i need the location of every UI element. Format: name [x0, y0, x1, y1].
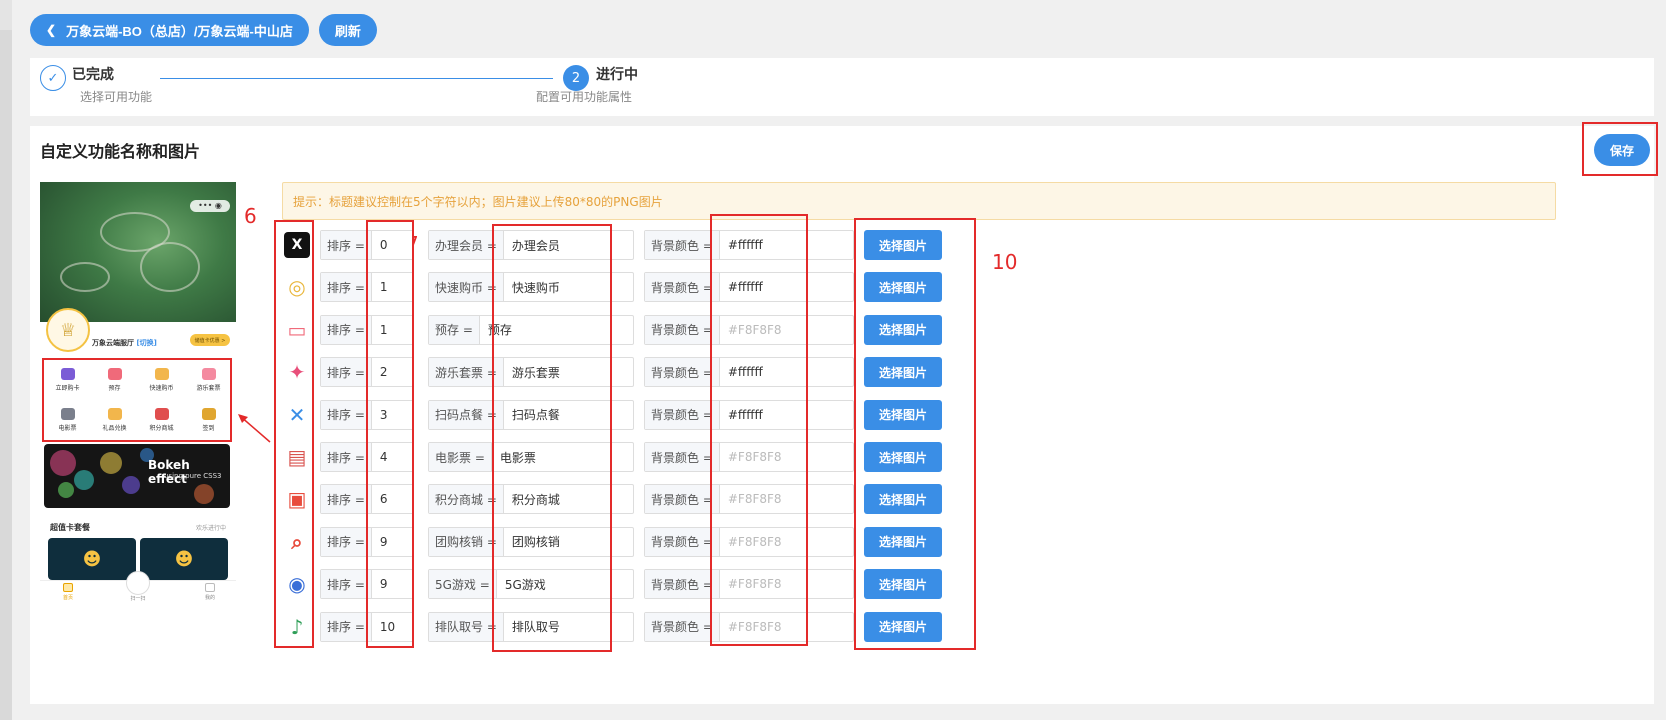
bg-color-label: 背景颜色 = [645, 612, 720, 641]
sort-label: 排序 = [321, 273, 372, 302]
store-logo: ♕ [46, 308, 90, 352]
annotation-6: 6 [244, 204, 257, 228]
deal-card[interactable]: ☻ [140, 538, 228, 580]
sort-label: 排序 = [321, 358, 372, 387]
sort-label: 排序 = [321, 527, 372, 556]
mini-capsule-icon: ••• ◉ [190, 200, 230, 212]
deals-title: 超值卡套餐 [50, 523, 90, 532]
bg-color-label: 背景颜色 = [645, 358, 720, 387]
step2-title: 进行中 [596, 67, 638, 83]
switch-store-link[interactable]: [切换] [136, 339, 156, 347]
tab-mine[interactable]: 我的 [180, 583, 236, 601]
deal-card[interactable]: ☻ [48, 538, 136, 580]
deals-more[interactable]: 欢乐进行中 [196, 523, 226, 532]
annotation-10: 10 [992, 250, 1018, 274]
annotation-box-pick [854, 218, 976, 650]
annotation-box-bg [710, 214, 808, 646]
step2-desc: 配置可用功能属性 [536, 90, 633, 104]
bg-color-label: 背景颜色 = [645, 400, 720, 429]
bg-color-label: 背景颜色 = [645, 443, 720, 471]
store-name-line: 万象云端服厅 [切换] [92, 338, 157, 348]
sort-label: 排序 = [321, 485, 372, 514]
sort-label: 排序 = [321, 570, 372, 599]
name-label: 电影票 = [429, 443, 492, 471]
step1-desc: 选择可用功能 [80, 90, 153, 104]
steps-bar: ✓ 已完成 选择可用功能 2 进行中 配置可用功能属性 [30, 58, 1654, 116]
sort-label: 排序 = [321, 612, 372, 641]
step-connector [160, 78, 553, 79]
tab-scan[interactable]: 扫一扫 [108, 595, 168, 602]
store-profile: ♕ 万象云端服厅 [切换] 储值卡优惠 > [40, 308, 236, 358]
home-icon [63, 583, 73, 592]
scan-button-icon[interactable] [126, 571, 150, 595]
config-panel: 自定义功能名称和图片 保存 ••• ◉ ♕ 万象云端服厅 [切换] 储值卡优惠 … [30, 122, 1658, 704]
card-offer-badge[interactable]: 储值卡优惠 > [190, 334, 230, 346]
sort-label: 排序 = [321, 400, 372, 429]
bg-color-label: 背景颜色 = [645, 485, 720, 514]
annotation-box-grid [42, 358, 232, 442]
sort-label: 排序 = [321, 443, 372, 471]
save-button[interactable]: 保存 [1594, 134, 1650, 166]
topbar: ❮ 万象云端-BO（总店）/万象云端-中山店 刷新 [30, 14, 377, 46]
tip-banner: 提示：标题建议控制在5个字符以内；图片建议上传80*80的PNG图片 [282, 182, 1556, 220]
gutter-track [0, 30, 12, 720]
step1-title: 已完成 [72, 67, 114, 83]
panel-title: 自定义功能名称和图片 [40, 142, 201, 161]
annotation-arrow [238, 414, 271, 443]
annotation-box-icons [274, 220, 314, 648]
store-name: 万象云端服厅 [92, 339, 134, 347]
bg-color-label: 背景颜色 = [645, 527, 720, 556]
name-label: 5G游戏 = [429, 570, 497, 599]
bg-color-label: 背景颜色 = [645, 273, 720, 302]
refresh-button[interactable]: 刷新 [318, 14, 377, 46]
back-store-label: 万象云端-BO（总店）/万象云端-中山店 [66, 23, 293, 39]
sort-label: 排序 = [321, 231, 372, 259]
tab-scan-label: 扫一扫 [130, 596, 146, 602]
tab-home-label: 首页 [62, 595, 73, 601]
sort-label: 排序 = [321, 315, 372, 344]
name-label: 预存 = [429, 315, 480, 344]
bg-color-label: 背景颜色 = [645, 231, 720, 259]
left-scroll-gutter [0, 0, 12, 720]
phone-tabbar: 首页 扫一扫 我的 [40, 571, 236, 608]
user-icon [205, 583, 215, 592]
tab-home[interactable]: 首页 [40, 583, 98, 601]
annotation-box-sort [366, 220, 414, 648]
bg-color-label: 背景颜色 = [645, 315, 720, 344]
back-store-button[interactable]: ❮ 万象云端-BO（总店）/万象云端-中山店 [30, 14, 309, 46]
check-icon: ✓ [40, 65, 66, 91]
annotation-box-name [492, 224, 612, 652]
tab-mine-label: 我的 [204, 595, 215, 601]
phone-preview: ••• ◉ ♕ 万象云端服厅 [切换] 储值卡优惠 > 立即购卡 预存 快速购币 游乐… [40, 182, 236, 608]
promo-banner[interactable]: Bokeh effect using pure CSS3 [44, 444, 230, 508]
banner-subtitle: using pure CSS3 [164, 472, 222, 480]
bg-color-label: 背景颜色 = [645, 570, 720, 599]
chevron-left-icon: ❮ [46, 23, 57, 37]
